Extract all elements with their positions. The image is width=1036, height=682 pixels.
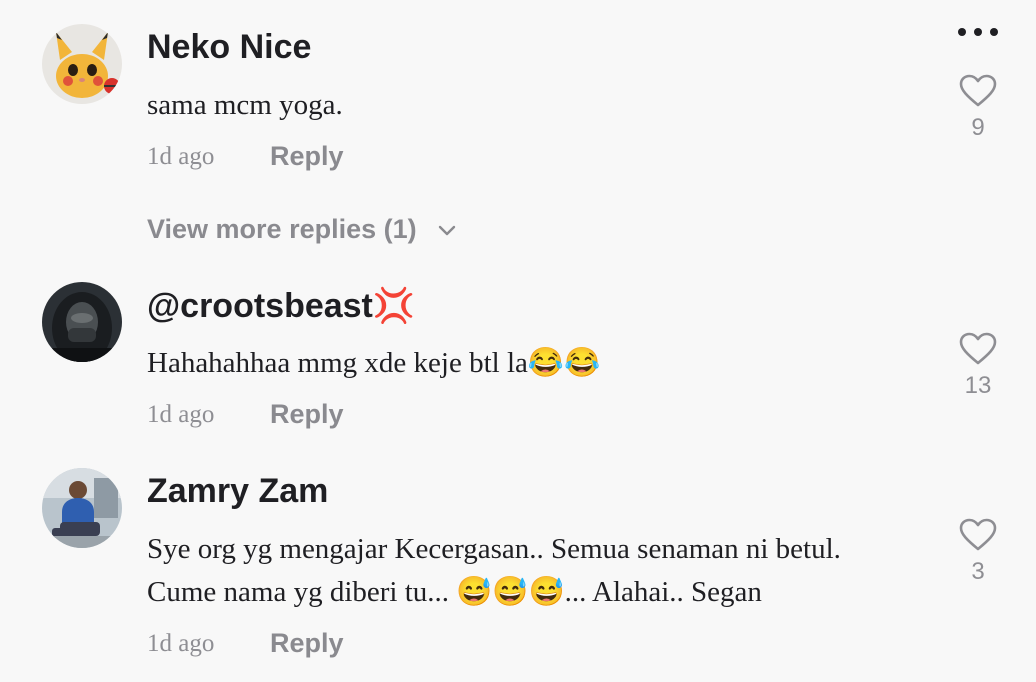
like-count: 9	[971, 114, 985, 141]
pikachu-cat-avatar-icon	[42, 24, 122, 104]
comment-time: 1d ago	[147, 630, 215, 657]
like-count: 3	[971, 558, 985, 585]
more-options-icon[interactable]	[956, 22, 1000, 42]
avatar[interactable]	[42, 24, 122, 104]
heart-outline-icon	[959, 518, 997, 551]
comment-time: 1d ago	[147, 143, 215, 170]
like-button[interactable]: 13	[956, 332, 1000, 400]
comment-author[interactable]: Zamry Zam	[147, 472, 328, 511]
heart-outline-icon	[959, 332, 997, 365]
comment-time: 1d ago	[147, 401, 215, 428]
avatar[interactable]	[42, 468, 122, 548]
comment-author[interactable]: @crootsbeast💢	[147, 286, 415, 326]
heart-outline-icon	[959, 74, 997, 107]
comments-panel: Neko Nice sama mcm yoga. 1d ago Reply 9 …	[0, 0, 1036, 682]
view-more-replies-button[interactable]: View more replies (1)	[147, 214, 456, 245]
like-count: 13	[964, 372, 992, 399]
person-photo-avatar-icon	[42, 468, 122, 548]
avatar[interactable]	[42, 282, 122, 362]
comment-text: sama mcm yoga.	[147, 89, 343, 121]
reply-button[interactable]: Reply	[270, 399, 344, 430]
reply-button[interactable]: Reply	[270, 628, 344, 659]
view-more-replies-label: View more replies (1)	[147, 214, 417, 244]
comment-text-line-1: Sye org yg mengajar Kecergasan.. Semua s…	[147, 533, 841, 565]
comment-text: Hahahahhaa mmg xde keje btl la😂😂	[147, 347, 601, 379]
hooded-figure-avatar-icon	[42, 282, 122, 362]
chevron-down-icon	[438, 213, 456, 244]
reply-button[interactable]: Reply	[270, 141, 344, 172]
like-button[interactable]: 3	[956, 518, 1000, 586]
comment-text-line-2: Cume nama yg diberi tu... 😅😅😅... Alahai.…	[147, 576, 762, 608]
like-button[interactable]: 9	[956, 74, 1000, 142]
comment-author[interactable]: Neko Nice	[147, 28, 311, 67]
